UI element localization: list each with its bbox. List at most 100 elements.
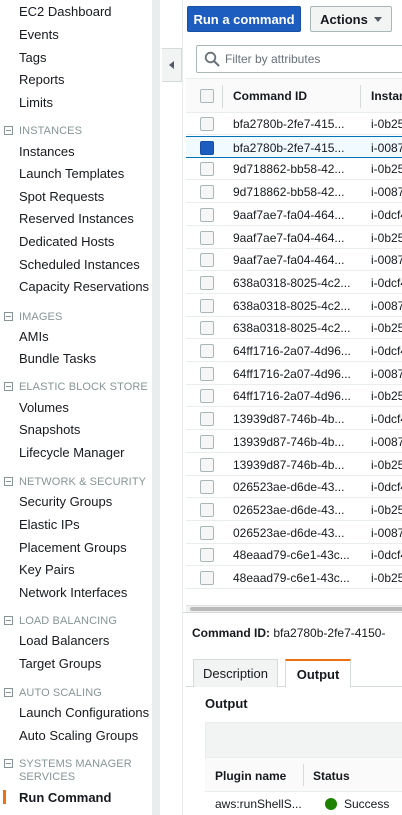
table-row[interactable]: 13939d87-746b-4b... i-0087 (186, 431, 402, 453)
section-title: LOAD BALANCING (19, 615, 117, 627)
table-row[interactable]: 638a0318-8025-4c2... i-0b25 (186, 317, 402, 339)
sidebar-item-instances[interactable]: Instances (19, 144, 75, 159)
table-row[interactable]: 13939d87-746b-4b... i-0b25 (186, 454, 402, 476)
sidebar-item-ec2-dashboard[interactable]: EC2 Dashboard (19, 4, 112, 19)
sidebar-item-capacity-reservations[interactable]: Capacity Reservations (19, 279, 149, 294)
table-row[interactable]: 64ff1716-2a07-4d96... i-0087 (186, 363, 402, 385)
table-row[interactable]: 9aaf7ae7-fa04-464... i-0b25 (186, 227, 402, 249)
row-checkbox[interactable] (200, 480, 214, 494)
table-row[interactable]: 64ff1716-2a07-4d96... i-0dcf4 (186, 340, 402, 362)
table-row[interactable]: 638a0318-8025-4c2... i-0dcf4 (186, 272, 402, 294)
sidebar-item-launch-templates[interactable]: Launch Templates (19, 166, 124, 181)
sidebar-item-reserved-instances[interactable]: Reserved Instances (19, 211, 134, 226)
tab-output[interactable]: Output (285, 659, 351, 688)
sidebar-item-security-groups[interactable]: Security Groups (19, 494, 112, 509)
sidebar-item-dedicated-hosts[interactable]: Dedicated Hosts (19, 234, 114, 249)
sidebar-item-spot-requests[interactable]: Spot Requests (19, 189, 104, 204)
horizontal-scrollbar[interactable] (186, 605, 402, 612)
filter-box[interactable] (196, 45, 402, 73)
sidebar-item-tags[interactable]: Tags (19, 50, 46, 65)
pane-divider[interactable] (183, 612, 402, 620)
row-checkbox[interactable] (200, 321, 214, 335)
row-checkbox[interactable] (200, 389, 214, 403)
tab-description[interactable]: Description (193, 659, 278, 687)
row-checkbox[interactable] (200, 185, 214, 199)
row-checkbox[interactable] (200, 412, 214, 426)
sidebar-item-placement-groups[interactable]: Placement Groups (19, 540, 127, 555)
table-row[interactable]: 9d718862-bb58-42... i-0b25 (186, 158, 402, 180)
select-all-checkbox[interactable] (200, 89, 214, 103)
collapse-sidebar-button[interactable] (162, 48, 182, 82)
column-header-instance[interactable]: Instan (371, 89, 402, 103)
row-checkbox[interactable] (200, 231, 214, 245)
sidebar-item-auto-scaling-groups[interactable]: Auto Scaling Groups (19, 728, 138, 743)
row-checkbox[interactable] (200, 208, 214, 222)
collapse-section-icon[interactable] (4, 126, 13, 135)
instance-id-cell: i-0b25 (371, 162, 402, 176)
table-row[interactable]: 13939d87-746b-4b... i-0dcf4 (186, 408, 402, 430)
column-header-status[interactable]: Status (313, 769, 350, 783)
row-checkbox[interactable] (200, 435, 214, 449)
table-row[interactable]: bfa2780b-2fe7-415... i-0087 (186, 136, 402, 158)
row-checkbox[interactable] (200, 526, 214, 540)
collapse-section-icon[interactable] (4, 312, 13, 321)
row-checkbox[interactable] (200, 276, 214, 290)
sidebar-item-key-pairs[interactable]: Key Pairs (19, 562, 75, 577)
sidebar-item-load-balancers[interactable]: Load Balancers (19, 633, 109, 648)
table-row[interactable]: 64ff1716-2a07-4d96... i-0b25 (186, 385, 402, 407)
actions-button[interactable]: Actions (310, 6, 392, 32)
table-row[interactable]: 638a0318-8025-4c2... i-0087 (186, 295, 402, 317)
search-icon (204, 51, 220, 67)
sidebar-item-limits[interactable]: Limits (19, 95, 53, 110)
table-row[interactable]: 9aaf7ae7-fa04-464... i-0dcf4 (186, 204, 402, 226)
sidebar-splitter[interactable] (152, 0, 160, 815)
table-row[interactable]: 9d718862-bb58-42... i-0087 (186, 181, 402, 203)
sidebar-item-run-command[interactable]: Run Command (19, 790, 111, 805)
sidebar-item-events[interactable]: Events (19, 27, 59, 42)
table-row[interactable]: 48eaad79-c6e1-43c... i-0dcf4 (186, 544, 402, 566)
row-checkbox[interactable] (200, 299, 214, 313)
filter-input[interactable] (225, 52, 395, 66)
row-checkbox[interactable] (200, 253, 214, 267)
sidebar-item-elastic-ips[interactable]: Elastic IPs (19, 517, 80, 532)
run-command-label: Run a command (193, 11, 295, 27)
instance-id-cell: i-0087 (371, 253, 402, 267)
section-title: IMAGES (19, 311, 63, 323)
column-header-plugin-name[interactable]: Plugin name (215, 769, 286, 783)
sidebar-item-snapshots[interactable]: Snapshots (19, 422, 80, 437)
sidebar-item-bundle-tasks[interactable]: Bundle Tasks (19, 351, 96, 366)
output-row[interactable]: aws:runShellS... Success (205, 793, 402, 815)
table-row[interactable]: 026523ae-d6de-43... i-0b25 (186, 499, 402, 521)
collapse-section-icon[interactable] (4, 477, 13, 486)
sidebar-item-amis[interactable]: AMIs (19, 329, 49, 344)
row-checkbox[interactable] (200, 117, 214, 131)
table-row[interactable]: 026523ae-d6de-43... i-0dcf4 (186, 476, 402, 498)
column-header-command-id[interactable]: Command ID (233, 89, 307, 103)
sidebar-item-network-interfaces[interactable]: Network Interfaces (19, 585, 127, 600)
collapse-section-icon[interactable] (4, 382, 13, 391)
table-row[interactable]: bfa2780b-2fe7-415... i-0b25 (186, 113, 402, 135)
sidebar-item-target-groups[interactable]: Target Groups (19, 656, 101, 671)
row-checkbox[interactable] (200, 548, 214, 562)
sidebar-item-reports[interactable]: Reports (19, 72, 65, 87)
sidebar-item-scheduled-instances[interactable]: Scheduled Instances (19, 257, 140, 272)
sidebar-item-launch-configurations[interactable]: Launch Configurations (19, 705, 149, 720)
row-checkbox[interactable] (200, 571, 214, 585)
sidebar-item-lifecycle-manager[interactable]: Lifecycle Manager (19, 445, 125, 460)
row-checkbox[interactable] (200, 344, 214, 358)
row-checkbox[interactable] (200, 458, 214, 472)
collapse-section-icon[interactable] (4, 616, 13, 625)
scrollbar-thumb[interactable] (190, 607, 402, 611)
collapse-section-icon[interactable] (4, 759, 13, 768)
collapse-section-icon[interactable] (4, 688, 13, 697)
row-checkbox[interactable] (200, 162, 214, 176)
tab-description-label: Description (202, 666, 269, 681)
sidebar-item-volumes[interactable]: Volumes (19, 400, 69, 415)
row-checkbox[interactable] (200, 503, 214, 517)
table-row[interactable]: 026523ae-d6de-43... i-0087 (186, 522, 402, 544)
run-command-button[interactable]: Run a command (187, 6, 301, 32)
table-row[interactable]: 48eaad79-c6e1-43c... i-0b25 (186, 567, 402, 589)
table-row[interactable]: 9aaf7ae7-fa04-464... i-0087 (186, 249, 402, 271)
row-checkbox[interactable] (200, 141, 214, 155)
row-checkbox[interactable] (200, 367, 214, 381)
